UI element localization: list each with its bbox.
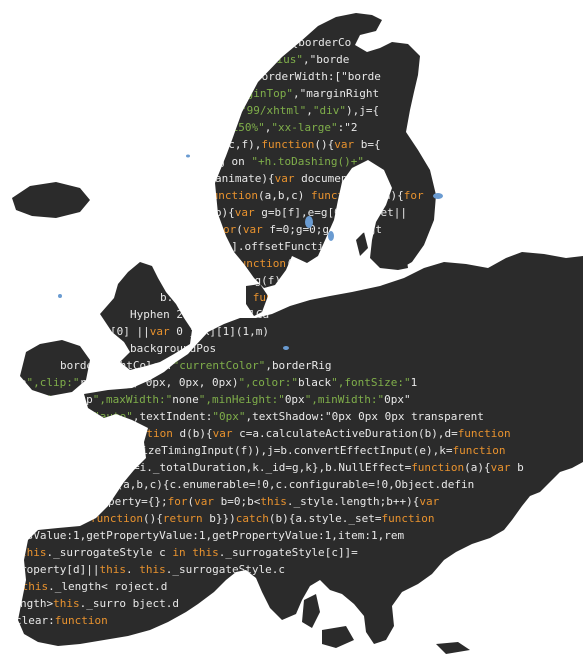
lake-vanern <box>305 216 313 228</box>
code-line: roperty[d]||this. this._surrogateStyle.c <box>20 563 285 576</box>
code-line: matedProperty={};for(var b=0;b<this._sty… <box>55 495 440 508</box>
code-line: borderRightColor:"currentColor",borderRi… <box>60 359 332 372</box>
code-line: "Radius","borde <box>250 53 349 66</box>
code-line: on c(a,b,c){c.enumerable=!0,c.configurab… <box>90 478 474 491</box>
code-line: ngth>this._surro bject.d <box>20 597 179 610</box>
code-line: "150%","xx-large":"2 <box>225 121 357 134</box>
code-line: ssValue:1,getPropertyValue:1,getProperty… <box>20 529 405 542</box>
lake-vattern <box>328 231 334 241</box>
code-line: backgroundPos <box>130 342 216 355</box>
land-group: ){borderCo "Radius","borde borderWidth:["b… <box>0 13 583 654</box>
code-line: function(){return b}})catch(b){a.style._… <box>90 512 434 525</box>
lake-small-1 <box>283 346 289 350</box>
code-line: e in c)for(var f=0;g=0;g<f.lengt <box>170 223 382 236</box>
code-line: "99/xhtml","div"),j={ <box>240 104 379 117</box>
code-line: ){borderCo <box>285 36 351 49</box>
code-line: d=0==f.easing(f);b.e <box>175 274 308 287</box>
code-line: in b){var g=b[f],e=g[0].offset|| <box>195 206 407 219</box>
code-line: Duration=i._totalDuration,k._id=g,k},b.N… <box>80 461 524 474</box>
code-line: ing on "+h.toDashing()+" <box>205 155 364 168</box>
lake-ladoga <box>433 193 443 199</box>
code-line: function(a,b,c) function d(a){for <box>205 189 424 202</box>
code-line: d(a.normalizeTimingInput(f)),j=b.convert… <box>75 444 506 457</box>
code-line: c){function d(b){var c=a.calculateActive… <box>100 427 511 440</box>
code-line: "ginTop","marginRight <box>240 87 379 100</box>
europe-code-map: ){borderCo "Radius","borde borderWidth:["b… <box>0 0 583 656</box>
code-line: 0px",height:"p",maxWidth:"none",minHeigh… <box>0 393 411 406</box>
code-line: auto",clip:"rect(0px, 0px, 0px, 0px)",co… <box>0 376 417 389</box>
code-line: b.toUpperCase function <box>160 291 306 304</box>
code-line: ;this._length< roject.d <box>15 580 167 593</box>
lake-small-3 <box>186 154 190 158</box>
lake-small-2 <box>58 294 62 298</box>
code-line: animate){var document.doc <box>215 172 381 185</box>
code-line: Hyphen 2016-0 camelCa <box>130 308 269 321</box>
code-line: this._surrogateStyle c in this._surrogat… <box>20 546 358 559</box>
code-line: clear:function <box>15 614 108 627</box>
code-line: f(c,f),function(){var b={ <box>215 138 381 151</box>
code-line: ctInput=function(c <box>180 257 299 270</box>
code-line: Offset:f[i].offsetFunction> <box>165 240 344 253</box>
map-canvas: ){borderCo "Radius","borde borderWidth:["b… <box>0 13 583 654</box>
code-line: [0] ||var 0 j[k][1](1,m) <box>110 325 269 338</box>
code-line: ight:"auto",textIndent:"0px",textShadow:… <box>60 410 484 423</box>
code-line: borderWidth:["borde <box>255 70 381 83</box>
